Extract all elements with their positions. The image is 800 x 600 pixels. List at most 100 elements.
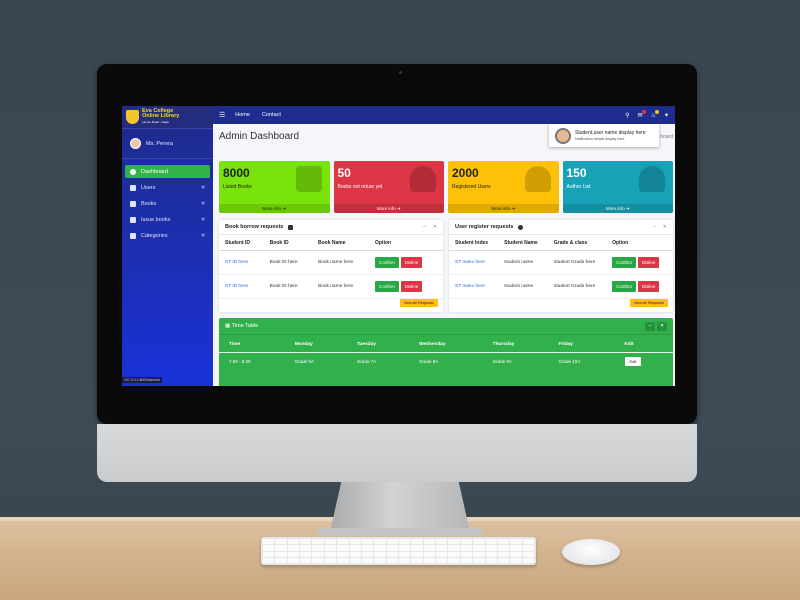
sidebar-item-books[interactable]: Books « bbox=[125, 197, 210, 210]
view-all-requests-button[interactable]: View All Requests bbox=[629, 299, 668, 307]
search-icon[interactable]: ⚲ bbox=[625, 112, 629, 119]
minimize-icon[interactable]: – bbox=[645, 321, 655, 331]
card-header: ▦ Time Table – ✕ bbox=[219, 318, 673, 335]
breadcrumb[interactable]: board bbox=[660, 134, 673, 140]
column-header: Monday bbox=[284, 335, 347, 353]
close-icon[interactable]: ✕ bbox=[433, 224, 437, 230]
book-icon bbox=[130, 200, 136, 207]
decline-button[interactable]: Disline bbox=[400, 257, 423, 268]
menu-icon[interactable]: ☰ bbox=[219, 111, 225, 119]
chat-icon[interactable]: ✉ bbox=[638, 109, 646, 119]
categories-icon bbox=[130, 232, 136, 239]
decline-button[interactable]: Disline bbox=[400, 281, 423, 292]
bell-badge bbox=[654, 109, 659, 114]
nav-link-contact[interactable]: Contact bbox=[262, 112, 281, 118]
keyboard-key bbox=[263, 557, 275, 563]
keyboard-key bbox=[411, 539, 423, 545]
keyboard-key bbox=[485, 551, 497, 557]
column-header: Option bbox=[606, 235, 673, 251]
student-index-link[interactable]: ST Index here bbox=[449, 274, 499, 299]
confirm-button[interactable]: Confirm bbox=[612, 281, 636, 292]
student-id-link[interactable]: ST ID here bbox=[219, 274, 264, 299]
topbar: ☰ Home Contact ⚲ ✉ ♨ ✦ bbox=[213, 106, 675, 124]
keyboard-key bbox=[361, 545, 374, 551]
user-check-icon bbox=[524, 166, 551, 192]
close-icon[interactable]: ✕ bbox=[663, 224, 667, 230]
class-cell: Grade 7A bbox=[356, 359, 377, 364]
stat-cards: 8000 Listed Books More info ➜ 50 Books n… bbox=[219, 161, 673, 213]
keyboard-key bbox=[522, 545, 534, 551]
keyboard-key bbox=[312, 539, 324, 545]
keyboard-key bbox=[423, 557, 436, 563]
sidebar-item-dashboard[interactable]: Dashboard bbox=[125, 165, 210, 178]
stat-card-not-returned: 50 Books not reture yet More info ➜ bbox=[333, 161, 444, 213]
sidebar-item-categories[interactable]: Categories « bbox=[125, 229, 210, 242]
sidebar-item-label: Books bbox=[141, 200, 157, 207]
book-icon bbox=[295, 166, 322, 192]
keyboard-key bbox=[510, 551, 522, 557]
view-all-requests-button[interactable]: View All Requests bbox=[399, 299, 438, 307]
keyboard-key bbox=[398, 551, 411, 557]
keyboard-key bbox=[349, 551, 361, 557]
minimize-icon[interactable]: – bbox=[653, 224, 656, 230]
keyboard-key bbox=[337, 557, 349, 563]
sidebar-item-issue-books[interactable]: Issue books « bbox=[125, 213, 210, 226]
more-info-link[interactable]: More info ➜ bbox=[562, 204, 673, 213]
keyboard-key bbox=[460, 545, 473, 551]
more-info-link[interactable]: More info ➜ bbox=[448, 204, 559, 213]
nav-link-home[interactable]: Home bbox=[235, 112, 250, 118]
class-cell: Grade 10A bbox=[558, 359, 581, 364]
notification-avatar bbox=[555, 127, 571, 144]
keyboard-key bbox=[497, 545, 510, 551]
timetable-card: ▦ Time Table – ✕ Time Monday Tuesday Wed… bbox=[219, 318, 673, 386]
keyboard-key bbox=[510, 557, 522, 563]
issue-book-icon bbox=[130, 216, 136, 223]
borrow-table: Student ID Book ID Book Name Option ST I… bbox=[219, 235, 443, 299]
keyboard-key bbox=[423, 539, 436, 545]
keyboard-key bbox=[287, 551, 300, 557]
column-header: Book ID bbox=[263, 235, 312, 251]
confirm-button[interactable]: Confirm bbox=[612, 257, 636, 268]
sidebar-item-label: Dashboard bbox=[141, 168, 168, 175]
more-info-link[interactable]: More info ➜ bbox=[333, 204, 444, 213]
keyboard-key bbox=[287, 557, 300, 563]
sidebar-nav: Dashboard Users « Books « Issue books « … bbox=[122, 159, 213, 251]
decline-button[interactable]: Disline bbox=[637, 281, 660, 292]
keyboard-key bbox=[300, 557, 312, 563]
table-row: ST Index here student name student Grade… bbox=[449, 250, 673, 275]
card-header: User register requests – ✕ bbox=[449, 220, 673, 235]
edit-button[interactable]: Edit bbox=[624, 357, 642, 366]
brand[interactable]: Eva College Online Library Lar Ho Road -… bbox=[122, 106, 213, 129]
brand-text: Eva College Online Library Lar Ho Road -… bbox=[142, 108, 179, 126]
stat-value: 50 bbox=[337, 166, 351, 180]
confirm-button[interactable]: Confirm bbox=[374, 257, 399, 268]
keyboard-key bbox=[411, 557, 423, 563]
keyboard-key bbox=[448, 557, 460, 563]
register-requests-card: User register requests – ✕ Student Index… bbox=[449, 220, 673, 312]
bell-icon[interactable]: ♨ bbox=[651, 109, 659, 119]
minimize-icon[interactable]: – bbox=[423, 224, 426, 230]
expand-icon[interactable]: ✦ bbox=[664, 112, 669, 119]
column-header: Grade & class bbox=[547, 235, 607, 251]
notification-dropdown[interactable]: Student,user name display here Notificat… bbox=[549, 124, 659, 147]
column-header: Book Name bbox=[311, 235, 369, 251]
close-icon[interactable]: ✕ bbox=[657, 321, 667, 331]
table-row: 7.50 - 8.30 Grade 6A Grade 7A Grade 8A G… bbox=[219, 353, 673, 371]
keyboard-key bbox=[448, 539, 460, 545]
class-cell: Grade 8A bbox=[418, 359, 439, 364]
confirm-button[interactable]: Confirm bbox=[374, 281, 399, 292]
keyboard-key bbox=[300, 551, 312, 557]
keyboard-key bbox=[300, 539, 312, 545]
camera-icon bbox=[399, 71, 402, 74]
decline-button[interactable]: Disline bbox=[637, 257, 660, 268]
keyboard-key bbox=[337, 545, 349, 551]
stat-value: 2000 bbox=[452, 166, 479, 180]
sidebar-item-users[interactable]: Users « bbox=[125, 181, 210, 194]
student-id-link[interactable]: ST ID here bbox=[219, 250, 264, 275]
user-panel[interactable]: Ms. Perera bbox=[122, 129, 213, 159]
keyboard-key bbox=[522, 557, 534, 563]
student-index-link[interactable]: ST Index here bbox=[449, 250, 499, 275]
card-title: Book borrow requests bbox=[225, 224, 284, 230]
keyboard-key bbox=[275, 545, 287, 551]
more-info-link[interactable]: More info ➜ bbox=[219, 204, 330, 213]
